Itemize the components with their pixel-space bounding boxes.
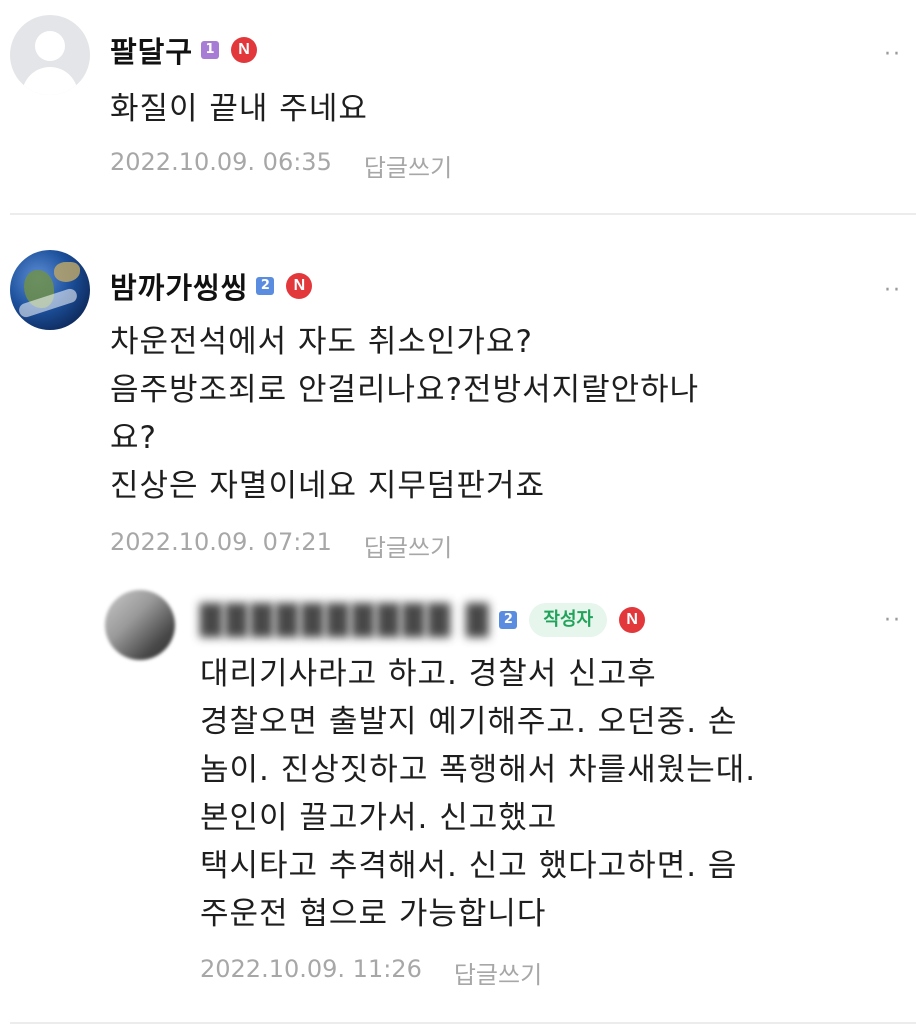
comment-meta: 2022.10.09. 07:21 답글쓰기 (110, 528, 452, 563)
nickname[interactable]: 밤까가씽씽 (110, 265, 248, 307)
reply-button[interactable]: 답글쓰기 (364, 528, 452, 563)
comment-text: 화질이 끝내 주네요 (110, 91, 368, 127)
comment-meta: 2022.10.09. 06:35 답글쓰기 (110, 148, 452, 183)
reply-button[interactable]: 답글쓰기 (364, 148, 452, 183)
comment-date: 2022.10.09. 07:21 (110, 528, 332, 556)
comment-2-header: 밤까가씽씽 2 N (110, 265, 313, 307)
author-badge: 작성자 (529, 603, 608, 637)
new-badge: N (231, 37, 258, 63)
new-badge: N (619, 607, 646, 633)
comment-text: 차운전석에서 자도 취소인가요? 음주방조죄로 안걸리나요?전방서지랄안하나 요… (110, 324, 700, 504)
avatar-default[interactable] (10, 15, 90, 95)
comment-text: 대리기사라고 하고. 경찰서 신고후 경찰오면 출발지 예기해주고. 오던중. … (200, 656, 757, 932)
nickname[interactable]: 팔달구 (110, 29, 193, 71)
level-badge: 2 (256, 277, 275, 295)
comment-meta: 2022.10.09. 11:26 답글쓰기 (200, 955, 542, 990)
comment-date: 2022.10.09. 11:26 (200, 955, 422, 983)
comment-1-header: 팔달구 1 N (110, 29, 258, 71)
avatar-body-shape (22, 67, 78, 95)
level-badge: 1 (201, 41, 220, 59)
comment-date: 2022.10.09. 06:35 (110, 148, 332, 176)
level-badge: 2 (499, 611, 518, 629)
more-dots-icon[interactable]: ·· (884, 610, 902, 632)
avatar-head-shape (35, 31, 65, 61)
new-badge: N (286, 273, 313, 299)
nickname-blurred[interactable]: ██████████ █ (200, 603, 491, 637)
avatar-earth[interactable] (10, 250, 90, 330)
reply-1-header: ██████████ █ 2 작성자 N (200, 600, 646, 640)
comment-divider (10, 213, 916, 215)
avatar-blurred[interactable] (105, 590, 175, 660)
avatar-earth-land (54, 262, 80, 282)
reply-button[interactable]: 답글쓰기 (454, 955, 542, 990)
more-dots-icon[interactable]: ·· (884, 280, 902, 302)
comment-divider (10, 1022, 916, 1024)
more-dots-icon[interactable]: ·· (884, 44, 902, 66)
